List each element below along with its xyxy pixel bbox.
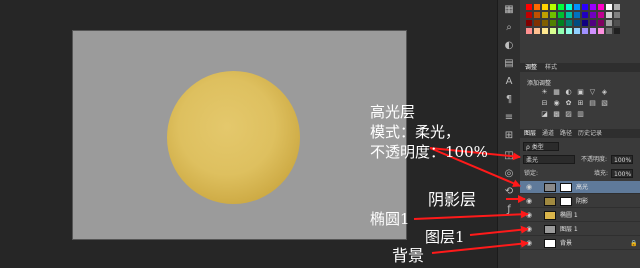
annotation-layer1: 图层1: [425, 228, 465, 246]
annotation-highlight-layer: 高光层: [370, 103, 416, 121]
arrow-layer1: [469, 225, 529, 236]
photoshop-workspace: ▦ ⌕ ◐ ▤ A ¶ ≡ ⊞ ◫ ◎ ⟲ ƒ 调整 样式 添加调整 ☀ ▦ ◐ ▣ ▽…: [0, 0, 640, 268]
annotation-opacity: 不透明度：100%: [370, 143, 488, 161]
annotation-ellipse: 椭圆1: [370, 210, 410, 228]
annotation-mode: 模式：柔光，: [370, 123, 461, 141]
annotation-arrows: [413, 147, 529, 254]
arrow-ellipse: [413, 210, 529, 220]
annotation-background: 背景: [392, 246, 425, 265]
annotation-shadow-layer: 阴影层: [428, 190, 477, 209]
